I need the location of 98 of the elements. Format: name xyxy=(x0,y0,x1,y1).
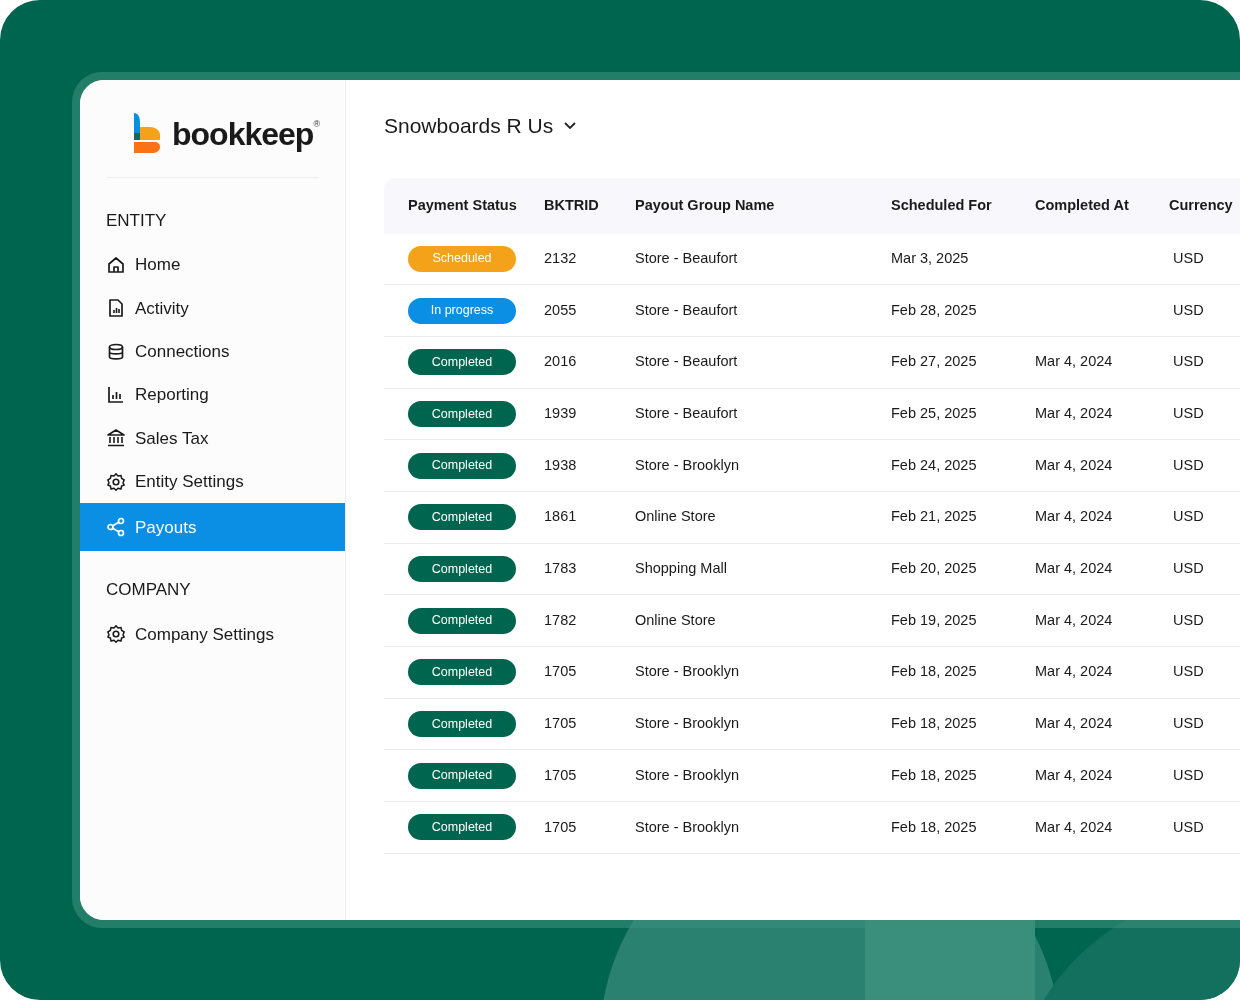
table-cell-text: Feb 27, 2025 xyxy=(891,352,978,372)
document-chart-icon xyxy=(106,298,126,319)
table-cell-text: 1939 xyxy=(544,404,578,424)
table-cell-text: Feb 18, 2025 xyxy=(891,714,978,734)
table-cell-text: 1705 xyxy=(544,662,578,682)
table-cell-text: Feb 28, 2025 xyxy=(891,300,978,320)
nav-item[interactable]: Company Settings xyxy=(80,612,345,657)
column-header[interactable]: Payment Status xyxy=(384,194,544,217)
status-badge: In progress xyxy=(408,297,516,324)
status-badge: Completed xyxy=(408,814,516,841)
table-cell-text: Feb 25, 2025 xyxy=(891,404,978,424)
table-cell-text: Mar 4, 2024 xyxy=(1035,455,1114,475)
table-cell-text: Mar 4, 2024 xyxy=(1035,404,1114,424)
table-cell-text: Mar 4, 2024 xyxy=(1035,507,1114,527)
nav-item[interactable]: Entity Settings xyxy=(80,460,345,504)
table-cell-text: USD xyxy=(1172,817,1205,837)
column-header[interactable]: BKTRID xyxy=(544,194,635,217)
nav-item[interactable]: Connections xyxy=(80,330,345,374)
table-cell-text: Mar 4, 2024 xyxy=(1035,610,1114,630)
column-header[interactable]: Scheduled For xyxy=(891,194,1035,217)
status-badge: Completed xyxy=(408,659,516,686)
table-cell-text: Online Store xyxy=(635,507,717,527)
status-badge: Completed xyxy=(408,762,516,789)
table-cell-text: 1861 xyxy=(544,507,578,527)
table-cell-text: Mar 4, 2024 xyxy=(1035,352,1114,372)
table-cell-text: Feb 19, 2025 xyxy=(891,610,978,630)
table-cell-text: Store - Brooklyn xyxy=(635,765,740,785)
status-badge: Scheduled xyxy=(408,245,516,272)
status-badge: Completed xyxy=(408,555,516,582)
logo-icon xyxy=(132,113,162,155)
table-cell-text: Feb 18, 2025 xyxy=(891,765,978,785)
table-cell-text: 2055 xyxy=(544,300,578,320)
table-cell-text: Store - Brooklyn xyxy=(635,455,740,475)
chevron-down-icon xyxy=(563,120,578,131)
table-cell-text: Store - Beaufort xyxy=(635,300,739,320)
home-icon xyxy=(106,255,126,276)
table-cell-text: USD xyxy=(1172,559,1205,579)
table-cell-text: USD xyxy=(1172,714,1205,734)
table-cell-text: USD xyxy=(1172,507,1205,527)
table-cell-text: Store - Beaufort xyxy=(635,248,739,268)
status-badge: Completed xyxy=(408,400,516,427)
table-cell-text: 1783 xyxy=(544,559,578,579)
entity-selector[interactable]: Snowboards R Us xyxy=(384,110,578,142)
table-cell-text: USD xyxy=(1172,248,1205,268)
column-header[interactable]: Payout Group Name xyxy=(635,194,891,217)
settings-icon xyxy=(106,624,126,645)
table-cell-text: USD xyxy=(1172,300,1205,320)
nav-item[interactable]: Reporting xyxy=(80,373,345,417)
section-heading: ENTITY xyxy=(105,210,168,232)
status-badge: Completed xyxy=(408,711,516,738)
table-cell-text: Mar 4, 2024 xyxy=(1035,559,1114,579)
database-icon xyxy=(106,341,126,362)
table-cell-text: Store - Brooklyn xyxy=(635,662,740,682)
table-cell-text: Mar 3, 2025 xyxy=(891,248,970,268)
column-header[interactable]: Completed At xyxy=(1035,194,1169,217)
table-cell-text: USD xyxy=(1172,455,1205,475)
table-cell-text: USD xyxy=(1172,662,1205,682)
table-cell-text: USD xyxy=(1172,404,1205,424)
bank-icon xyxy=(106,428,126,449)
bar-chart-icon xyxy=(106,385,126,406)
table-cell-text: Store - Brooklyn xyxy=(635,714,740,734)
table-cell-text: Store - Beaufort xyxy=(635,404,739,424)
table-cell-text: 1705 xyxy=(544,714,578,734)
status-badge: Completed xyxy=(408,349,516,376)
nav-item[interactable]: Activity xyxy=(80,286,345,331)
table-cell-text: Mar 4, 2024 xyxy=(1035,714,1114,734)
table-cell-text: 2016 xyxy=(544,352,578,372)
table-cell-text: 2132 xyxy=(544,248,578,268)
table-cell-text: Online Store xyxy=(635,610,717,630)
logo-wordmark: bookkeep xyxy=(172,118,314,150)
table-cell-text: Store - Brooklyn xyxy=(635,817,740,837)
status-badge: Completed xyxy=(408,452,516,479)
table-cell-text: USD xyxy=(1172,610,1205,630)
share-icon xyxy=(106,517,126,538)
table-cell-text: 1938 xyxy=(544,455,578,475)
column-header[interactable]: Currency xyxy=(1169,194,1240,217)
registered-mark: ® xyxy=(313,118,320,129)
table-cell-text: Feb 21, 2025 xyxy=(891,507,978,527)
status-badge: Completed xyxy=(408,504,516,531)
table-cell-text: Feb 18, 2025 xyxy=(891,817,978,837)
table-cell-text: 1705 xyxy=(544,765,578,785)
table-cell-text: Feb 24, 2025 xyxy=(891,455,978,475)
table-cell-text: Feb 18, 2025 xyxy=(891,662,978,682)
table-cell-text: USD xyxy=(1172,352,1205,372)
table-cell-text: Feb 20, 2025 xyxy=(891,559,978,579)
table-cell-text: Mar 4, 2024 xyxy=(1035,765,1114,785)
table-cell-text: 1705 xyxy=(544,817,578,837)
table-cell-text: USD xyxy=(1172,765,1205,785)
table-cell-text: 1782 xyxy=(544,610,578,630)
section-heading: COMPANY xyxy=(105,579,192,602)
status-badge: Completed xyxy=(408,607,516,634)
table-cell-text: Mar 4, 2024 xyxy=(1035,662,1114,682)
table-cell-text: Shopping Mall xyxy=(635,559,728,579)
nav-item[interactable]: Sales Tax xyxy=(80,416,345,460)
table-cell-text: Store - Beaufort xyxy=(635,352,739,372)
settings-icon xyxy=(106,471,126,492)
nav-item[interactable]: Home xyxy=(80,243,345,287)
table-cell-text: Mar 4, 2024 xyxy=(1035,817,1114,837)
